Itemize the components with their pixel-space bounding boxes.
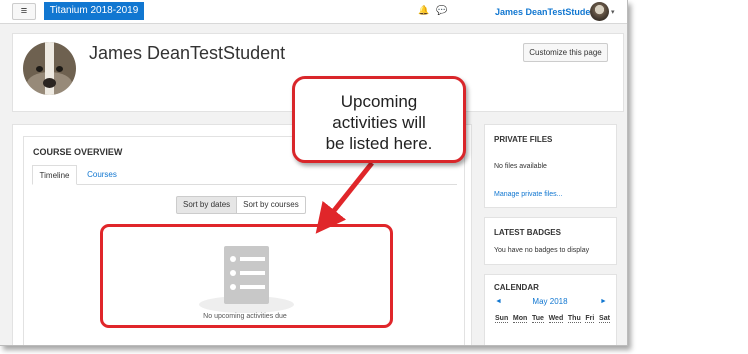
top-navbar: ≡ Titanium 2018-2019 🔔 💬 James DeanTestS… [0,0,627,24]
tab-timeline[interactable]: Timeline [32,165,77,185]
bell-icon[interactable]: 🔔 [418,5,429,16]
tab-divider [32,184,457,185]
sort-by-courses-button[interactable]: Sort by courses [237,196,306,214]
sort-by-dates-button[interactable]: Sort by dates [176,196,238,214]
calendar-weekday-header: Sun Mon Tue Wed Thu Fri Sat [495,315,610,323]
no-badges-text: You have no badges to display [494,247,590,254]
annotation-callout: Upcoming activities will be listed here. [292,76,466,163]
weekday-label: Sun [495,315,509,323]
weekday-label: Thu [567,315,581,323]
weekday-label: Wed [548,315,564,323]
calendar-month-link[interactable]: May 2018 [525,297,575,306]
tab-courses[interactable]: Courses [82,165,122,185]
page-title: James DeanTestStudent [89,43,286,63]
menu-toggle-button[interactable]: ≡ [12,3,36,20]
no-files-text: No files available [494,163,547,170]
weekday-label: Mon [512,315,528,323]
chevron-down-icon[interactable]: ▾ [611,8,615,16]
weekday-label: Tue [531,315,544,323]
avatar[interactable] [590,2,609,21]
user-menu-name[interactable]: James DeanTestStudent [495,7,599,17]
weekday-label: Sat [599,315,610,323]
calendar-block: CALENDAR ◄ May 2018 ► Sun Mon Tue Wed Th… [484,274,617,345]
chat-icon[interactable]: 💬 [436,5,447,16]
private-files-block: PRIVATE FILES No files available Manage … [484,124,617,208]
browser-frame: ≡ Titanium 2018-2019 🔔 💬 James DeanTestS… [0,0,628,346]
manage-private-files-link[interactable]: Manage private files... [494,191,562,198]
customize-page-button[interactable]: Customize this page [523,43,608,62]
annotation-highlight-box [100,224,393,328]
next-month-icon[interactable]: ► [600,298,607,305]
prev-month-icon[interactable]: ◄ [495,298,502,305]
block-title: PRIVATE FILES [494,135,553,144]
sort-toggle-group: Sort by dates Sort by courses [176,196,306,214]
block-title: CALENDAR [494,283,539,292]
block-title: LATEST BADGES [494,228,561,237]
block-title: COURSE OVERVIEW [33,147,123,157]
latest-badges-block: LATEST BADGES You have no badges to disp… [484,217,617,265]
weekday-label: Fri [585,315,595,323]
site-brand-link[interactable]: Titanium 2018-2019 [44,2,144,20]
profile-avatar [23,42,76,95]
hamburger-icon: ≡ [20,5,28,17]
